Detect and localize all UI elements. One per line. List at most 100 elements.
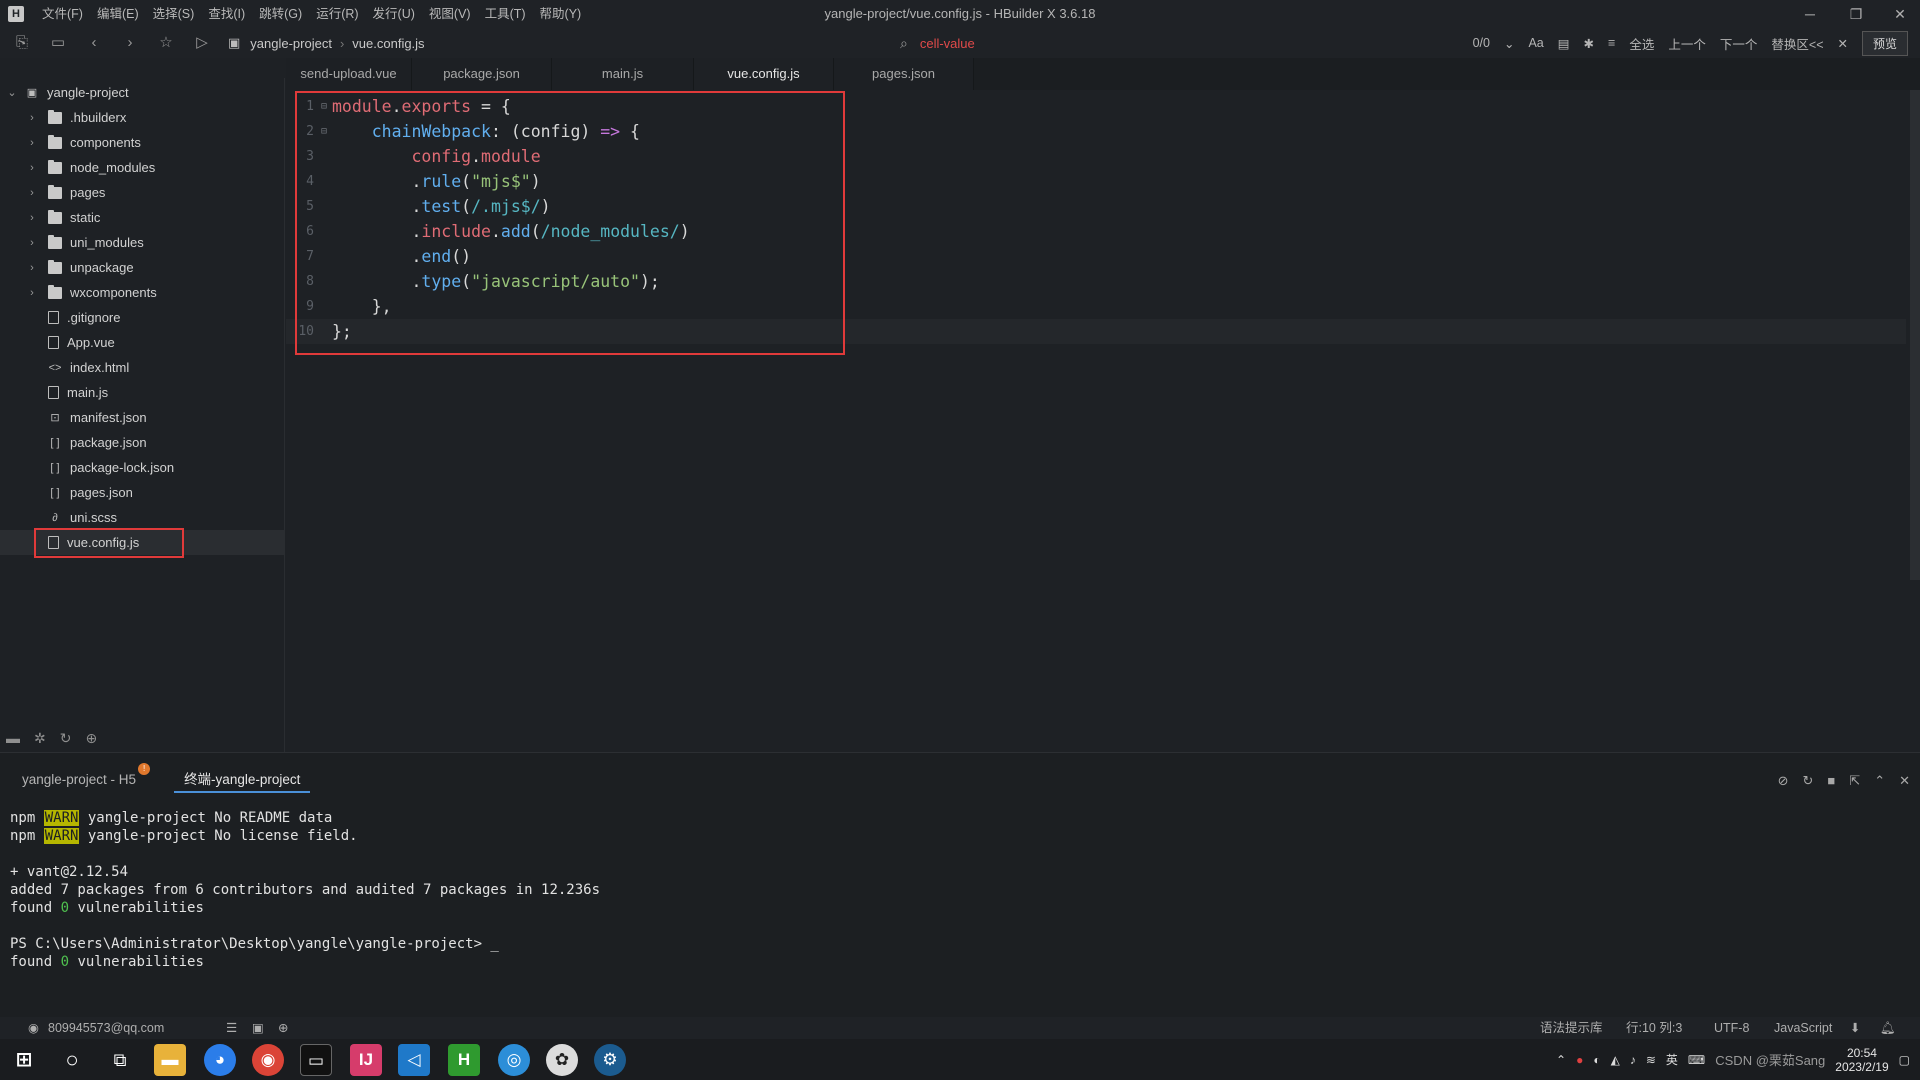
tree-item[interactable]: › unpackage <box>0 255 285 280</box>
editor-scrollbar[interactable] <box>1910 90 1920 580</box>
breadcrumb-project[interactable]: yangle-project <box>250 36 332 51</box>
menu-run[interactable]: 运行(R) <box>310 0 366 28</box>
tray-expand-icon[interactable]: ⌃ <box>1556 1053 1566 1067</box>
terminal-tab-shell[interactable]: 终端-yangle-project <box>174 769 311 793</box>
breadcrumb-file[interactable]: vue.config.js <box>352 36 424 51</box>
account-icon[interactable]: ◉ <box>28 1017 39 1039</box>
github-icon[interactable]: ✿ <box>546 1044 578 1076</box>
replace-toggle-button[interactable]: 替换区<< <box>1771 34 1823 53</box>
tree-item[interactable]: App.vue <box>0 330 285 355</box>
maximize-panel-icon[interactable]: ⌃ <box>1874 773 1885 789</box>
tree-item[interactable]: [ ] package.json <box>0 430 285 455</box>
tree-item[interactable]: ∂ uni.scss <box>0 505 285 530</box>
tree-item[interactable]: <> index.html <box>0 355 285 380</box>
match-case-icon[interactable]: Aa <box>1528 36 1543 50</box>
cursor-position[interactable]: 行:10 列:3 <box>1626 1017 1682 1039</box>
menu-find[interactable]: 查找(I) <box>202 0 253 28</box>
forward-icon[interactable]: › <box>116 30 144 56</box>
export-icon[interactable]: ⇱ <box>1849 773 1860 789</box>
new-file-icon[interactable]: ⎘ <box>8 30 36 56</box>
tree-item[interactable]: vue.config.js <box>0 530 285 555</box>
tree-root[interactable]: ⌄ ▣ yangle-project <box>0 80 285 105</box>
terminal-prompt[interactable]: PS C:\Users\Administrator\Desktop\yangle… <box>10 936 499 954</box>
browser-icon[interactable]: ◕ <box>204 1044 236 1076</box>
close-find-icon[interactable]: ✕ <box>1838 36 1848 51</box>
tree-item[interactable]: › wxcomponents <box>0 280 285 305</box>
account-label[interactable]: 809945573@qq.com <box>48 1017 164 1039</box>
tab-main-js[interactable]: main.js <box>552 58 694 90</box>
chevron-right-icon[interactable]: › <box>26 112 38 124</box>
globe-icon[interactable]: ⊕ <box>278 1017 288 1039</box>
app-icon[interactable]: ◎ <box>498 1044 530 1076</box>
chevron-right-icon[interactable]: › <box>26 162 38 174</box>
file-explorer-icon[interactable]: ▬ <box>154 1044 186 1076</box>
tree-item[interactable]: .gitignore <box>0 305 285 330</box>
windows-start-icon[interactable]: ⊞ <box>8 1044 40 1076</box>
tree-item[interactable]: › static <box>0 205 285 230</box>
star-icon[interactable]: ☆ <box>152 30 180 56</box>
close-button[interactable]: ✕ <box>1880 0 1920 28</box>
tree-item[interactable]: › components <box>0 130 285 155</box>
back-icon[interactable]: ‹ <box>80 30 108 56</box>
outline-icon[interactable]: ☰ <box>226 1017 237 1039</box>
save-icon[interactable]: ▭ <box>44 30 72 56</box>
jetbrains-icon[interactable]: IJ <box>350 1044 382 1076</box>
tree-item[interactable]: ⊡ manifest.json <box>0 405 285 430</box>
sync-icon[interactable]: ↻ <box>60 730 72 747</box>
download-icon[interactable]: ⬇ <box>1850 1017 1860 1039</box>
preview-button[interactable]: 预览 <box>1861 30 1908 56</box>
dropdown-icon[interactable]: ⌄ <box>1504 36 1514 51</box>
bell-icon[interactable]: 🔔︎ <box>1880 1017 1896 1039</box>
tree-item[interactable]: [ ] package-lock.json <box>0 455 285 480</box>
select-all-button[interactable]: 全选 <box>1629 34 1654 53</box>
tab-vue-config[interactable]: vue.config.js <box>694 58 834 90</box>
fold-icon[interactable]: ⊟ <box>316 101 332 112</box>
chevron-right-icon[interactable]: › <box>26 212 38 224</box>
hbuilder-icon[interactable]: H <box>448 1044 480 1076</box>
menu-edit[interactable]: 编辑(E) <box>91 0 147 28</box>
minimize-button[interactable]: ─ <box>1790 0 1830 28</box>
terminal-icon[interactable]: ▣ <box>252 1017 264 1039</box>
tab-package-json[interactable]: package.json <box>412 58 552 90</box>
menu-tools[interactable]: 工具(T) <box>479 0 534 28</box>
clear-icon[interactable]: ⊘ <box>1778 773 1789 789</box>
menu-select[interactable]: 选择(S) <box>147 0 203 28</box>
fold-icon[interactable]: ⊟ <box>316 126 332 137</box>
tree-item[interactable]: › node_modules <box>0 155 285 180</box>
chevron-right-icon[interactable]: › <box>26 287 38 299</box>
clock[interactable]: 20:54 2023/2/19 <box>1835 1046 1888 1074</box>
task-view-icon[interactable]: ⧉ <box>104 1044 136 1076</box>
folder-view-icon[interactable]: ▬ <box>6 730 20 746</box>
volume-icon[interactable]: ♪ <box>1630 1053 1636 1067</box>
tree-item[interactable]: › uni_modules <box>0 230 285 255</box>
chevron-right-icon[interactable]: › <box>26 262 38 274</box>
menu-publish[interactable]: 发行(U) <box>367 0 423 28</box>
whole-word-icon[interactable]: ▤ <box>1558 36 1570 51</box>
chevron-right-icon[interactable]: › <box>26 187 38 199</box>
tree-item[interactable]: [ ] pages.json <box>0 480 285 505</box>
network-icon[interactable]: ◭ <box>1611 1053 1620 1067</box>
restore-button[interactable]: ❐ <box>1836 0 1876 28</box>
find-input[interactable] <box>919 35 1320 51</box>
ime-indicator[interactable]: 英 <box>1666 1051 1678 1068</box>
syntax-lib[interactable]: 语法提示库 <box>1540 1017 1603 1039</box>
tab-send-upload[interactable]: send-upload.vue <box>286 58 412 90</box>
menu-view[interactable]: 视图(V) <box>423 0 479 28</box>
menu-file[interactable]: 文件(F) <box>36 0 91 28</box>
tree-item[interactable]: › .hbuilderx <box>0 105 285 130</box>
next-button[interactable]: 下一个 <box>1720 34 1758 53</box>
tree-item[interactable]: main.js <box>0 380 285 405</box>
restart-icon[interactable]: ↻ <box>1803 773 1814 789</box>
regex-icon[interactable]: ✱ <box>1584 36 1594 51</box>
tree-item[interactable]: › pages <box>0 180 285 205</box>
menu-help[interactable]: 帮助(Y) <box>534 0 590 28</box>
chrome-icon[interactable]: ◉ <box>252 1044 284 1076</box>
qq-icon[interactable]: ◐ <box>1593 1053 1600 1067</box>
chevron-right-icon[interactable]: › <box>26 237 38 249</box>
stop-icon[interactable]: ■ <box>1827 773 1835 789</box>
debug-icon[interactable]: ✲ <box>34 730 46 747</box>
wifi-icon[interactable]: ≋ <box>1646 1053 1656 1067</box>
steam-icon[interactable]: ⚙ <box>594 1044 626 1076</box>
tab-pages-json[interactable]: pages.json <box>834 58 974 90</box>
menu-goto[interactable]: 跳转(G) <box>253 0 310 28</box>
